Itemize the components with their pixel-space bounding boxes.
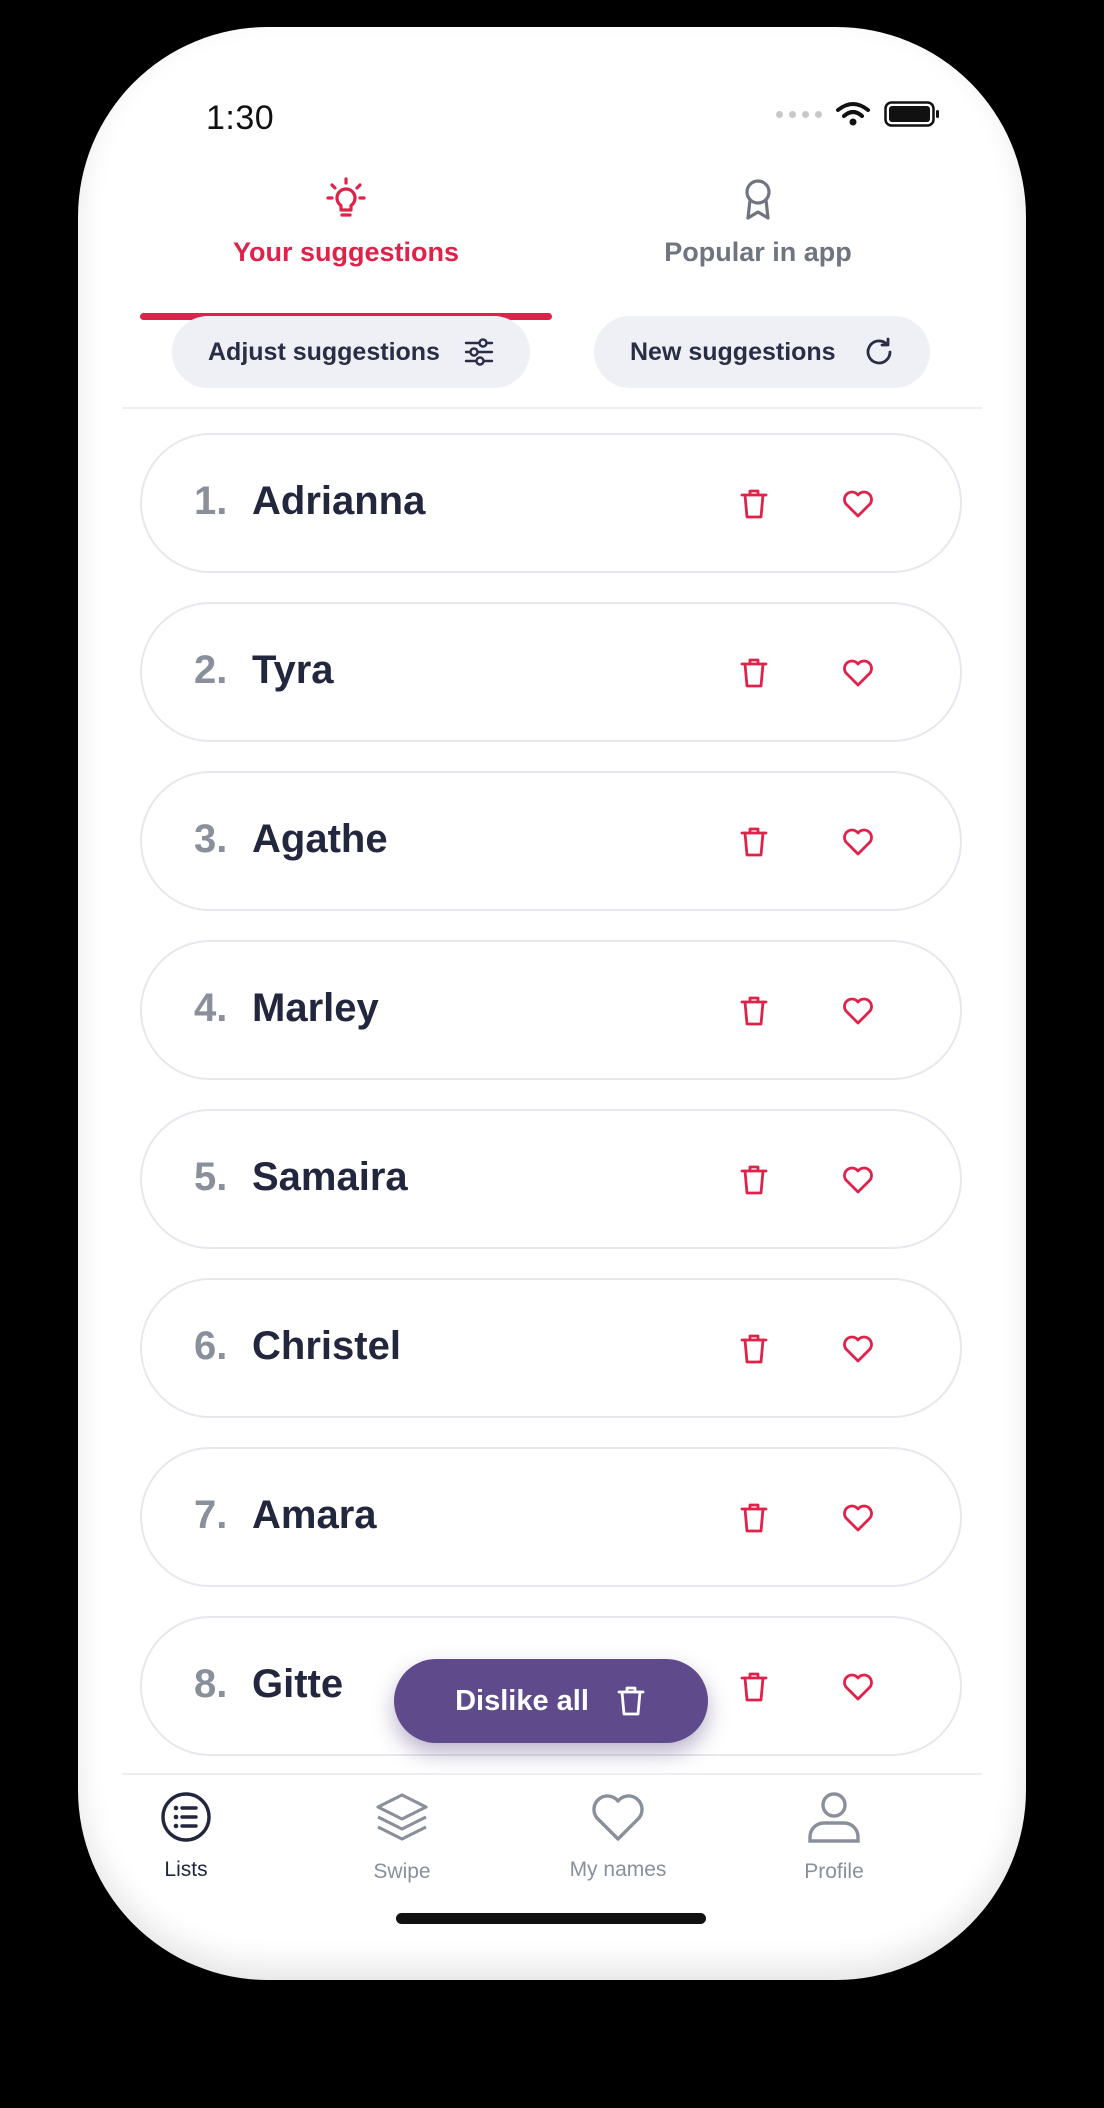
tab-popular-in-app[interactable]: Popular in app xyxy=(552,175,964,295)
trash-icon[interactable] xyxy=(738,1670,770,1704)
list-item: 5. Samaira xyxy=(140,1109,962,1249)
trash-icon[interactable] xyxy=(738,487,770,521)
user-icon xyxy=(808,1792,860,1843)
heart-icon[interactable] xyxy=(842,1503,874,1533)
heart-icon[interactable] xyxy=(842,1334,874,1364)
nav-swipe[interactable]: Swipe xyxy=(294,1775,510,1884)
sliders-icon xyxy=(464,338,494,366)
trash-icon[interactable] xyxy=(738,994,770,1028)
new-suggestions-button[interactable]: New suggestions xyxy=(594,316,930,388)
nav-label: Lists xyxy=(164,1858,208,1881)
item-name: Gitte xyxy=(252,1662,344,1706)
item-name: Christel xyxy=(252,1324,401,1368)
list-item: 2. Tyra xyxy=(140,602,962,742)
refresh-icon xyxy=(866,337,892,365)
tab-label: Popular in app xyxy=(664,237,852,267)
heart-icon[interactable] xyxy=(842,658,874,688)
tab-bar: Your suggestions Popular in app xyxy=(140,175,964,320)
item-name: Tyra xyxy=(252,648,334,692)
list-item: 1. Adrianna xyxy=(140,433,962,573)
nav-profile[interactable]: Profile xyxy=(726,1775,942,1884)
heart-icon[interactable] xyxy=(842,1672,874,1702)
list-icon xyxy=(161,1792,211,1842)
wifi-icon xyxy=(836,102,870,126)
tab-your-suggestions[interactable]: Your suggestions xyxy=(140,175,552,295)
item-index: 7. xyxy=(194,1493,228,1537)
nav-my-names[interactable]: My names xyxy=(510,1775,726,1882)
item-index: 1. xyxy=(194,479,228,523)
trash-icon[interactable] xyxy=(738,1163,770,1197)
heart-icon[interactable] xyxy=(842,489,874,519)
heart-icon[interactable] xyxy=(842,1165,874,1195)
status-time: 1:30 xyxy=(206,99,275,137)
item-index: 2. xyxy=(194,648,228,692)
list-item: 6. Christel xyxy=(140,1278,962,1418)
trash-icon xyxy=(617,1686,645,1716)
item-name: Adrianna xyxy=(252,479,426,523)
item-index: 3. xyxy=(194,817,228,861)
item-name: Marley xyxy=(252,986,379,1030)
item-index: 4. xyxy=(194,986,228,1030)
nav-label: Swipe xyxy=(373,1860,431,1883)
status-indicators xyxy=(776,101,940,127)
nav-lists[interactable]: Lists xyxy=(78,1775,294,1882)
adjust-suggestions-label: Adjust suggestions xyxy=(208,337,440,366)
nav-label: Profile xyxy=(804,1860,864,1883)
dislike-all-button[interactable]: Dislike all xyxy=(394,1659,708,1743)
battery-icon xyxy=(884,101,939,127)
item-index: 8. xyxy=(194,1662,228,1706)
nav-label: My names xyxy=(569,1858,667,1881)
phone-screen: 1:30 Your suggestions Popular in app Adj… xyxy=(78,27,1026,1980)
layers-icon xyxy=(376,1793,428,1841)
trash-icon[interactable] xyxy=(738,825,770,859)
tab-label: Your suggestions xyxy=(232,237,460,267)
heart-icon xyxy=(592,1794,644,1841)
new-suggestions-label: New suggestions xyxy=(630,337,836,366)
adjust-suggestions-button[interactable]: Adjust suggestions xyxy=(172,316,530,388)
item-index: 6. xyxy=(194,1324,228,1368)
bottom-nav: Lists Swipe My names Profile xyxy=(78,1775,1026,1915)
item-name: Amara xyxy=(252,1493,377,1537)
list-item: 4. Marley xyxy=(140,940,962,1080)
trash-icon[interactable] xyxy=(738,1501,770,1535)
heart-icon[interactable] xyxy=(842,827,874,857)
dislike-all-label: Dislike all xyxy=(455,1684,589,1717)
item-name: Samaira xyxy=(252,1155,408,1199)
item-index: 5. xyxy=(194,1155,228,1199)
trash-icon[interactable] xyxy=(738,1332,770,1366)
lightbulb-icon xyxy=(326,177,366,217)
home-indicator xyxy=(396,1913,706,1924)
award-icon xyxy=(745,179,771,220)
trash-icon[interactable] xyxy=(738,656,770,690)
list-item: 7. Amara xyxy=(140,1447,962,1587)
item-name: Agathe xyxy=(252,817,388,861)
list-item: 3. Agathe xyxy=(140,771,962,911)
top-divider xyxy=(122,407,982,409)
signal-icon xyxy=(776,110,822,118)
heart-icon[interactable] xyxy=(842,996,874,1026)
